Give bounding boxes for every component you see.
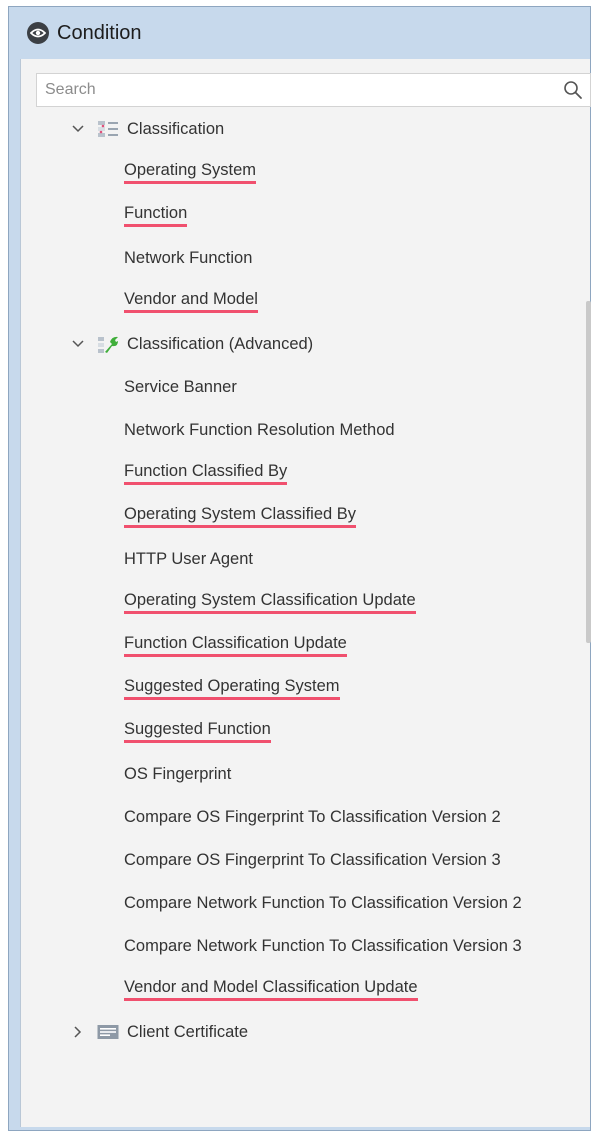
search-box: [36, 73, 591, 107]
tree-item-network-function[interactable]: Network Function: [124, 243, 252, 273]
tree-group-label: Client Certificate: [127, 1022, 249, 1041]
tree-item-operating-system[interactable]: Operating System: [124, 157, 257, 187]
tree-item-operating-system-classified-by[interactable]: Operating System Classified By: [124, 501, 357, 531]
tree-item-network-function-resolution-method[interactable]: Network Function Resolution Method: [124, 415, 395, 445]
classification-icon: [97, 119, 119, 139]
title-bar: Condition: [9, 7, 590, 59]
tree-item-compare-network-function-v3[interactable]: Compare Network Function To Classificati…: [124, 931, 522, 961]
tree-item-function-classification-update[interactable]: Function Classification Update: [124, 630, 347, 660]
window-title: Condition: [57, 21, 142, 44]
tree-item-compare-network-function-v2[interactable]: Compare Network Function To Classificati…: [124, 888, 522, 918]
certificate-icon: [97, 1022, 119, 1042]
tree-item-function-classified-by[interactable]: Function Classified By: [124, 458, 288, 488]
search-icon[interactable]: [558, 75, 588, 105]
chevron-down-icon[interactable]: [71, 337, 85, 351]
tree-group-label: Classification: [127, 119, 225, 138]
tree-item-suggested-operating-system[interactable]: Suggested Operating System: [124, 673, 340, 703]
eye-icon: [27, 22, 49, 44]
tree-item-compare-os-fingerprint-v3[interactable]: Compare OS Fingerprint To Classification…: [124, 845, 501, 875]
condition-panel: Classification Operating System Function…: [20, 59, 591, 1127]
vertical-scrollbar[interactable]: [586, 301, 591, 643]
tree-item-vendor-and-model-classification-update[interactable]: Vendor and Model Classification Update: [124, 974, 418, 1004]
tree-item-operating-system-classification-update[interactable]: Operating System Classification Update: [124, 587, 416, 617]
tree-item-suggested-function[interactable]: Suggested Function: [124, 716, 271, 746]
tree-item-os-fingerprint[interactable]: OS Fingerprint: [124, 759, 231, 789]
tree-item-service-banner[interactable]: Service Banner: [124, 372, 237, 402]
chevron-down-icon[interactable]: [71, 122, 85, 136]
search-input[interactable]: [37, 73, 558, 107]
tree-item-vendor-and-model[interactable]: Vendor and Model: [124, 286, 258, 316]
tree-item-http-user-agent[interactable]: HTTP User Agent: [124, 544, 253, 574]
chevron-right-icon[interactable]: [71, 1025, 85, 1039]
tree-group-label: Classification (Advanced): [127, 334, 314, 353]
condition-window: Condition Search Classification Operatin…: [8, 6, 591, 1131]
tree-item-compare-os-fingerprint-v2[interactable]: Compare OS Fingerprint To Classification…: [124, 802, 501, 832]
classification-advanced-icon: [97, 334, 119, 354]
tree-item-function[interactable]: Function: [124, 200, 188, 230]
